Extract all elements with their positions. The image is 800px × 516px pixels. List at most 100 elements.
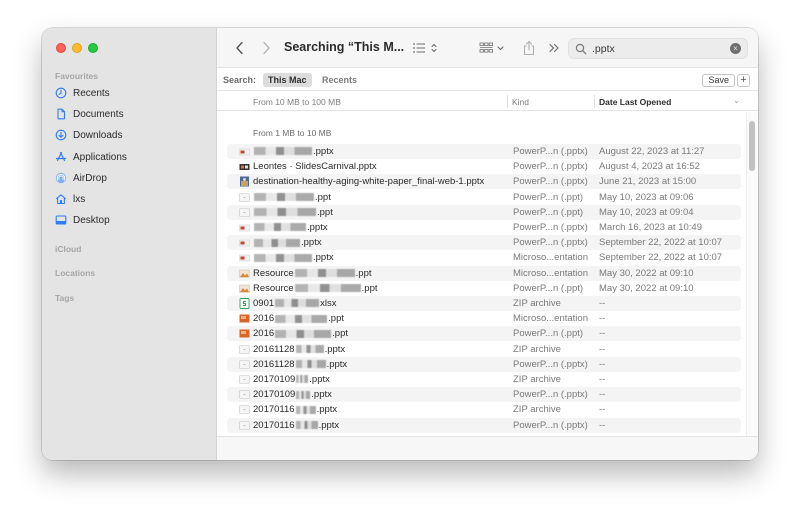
file-kind: PowerP...n (.pptx) — [513, 146, 588, 157]
file-row[interactable]: .pptx PowerP...n (.pptx) March 16, 2023 at… — [227, 220, 741, 235]
redacted-text — [254, 147, 312, 156]
file-name: .ppt — [253, 192, 331, 203]
minimize-button[interactable] — [72, 43, 82, 53]
sidebar-item-lxs[interactable]: lxs — [55, 190, 85, 208]
file-name: .pptx — [253, 222, 328, 233]
file-kind: PowerP...n (.pptx) — [513, 161, 588, 173]
sidebar-item-recents[interactable]: Recents — [55, 84, 110, 102]
sidebar-item-documents[interactable]: Documents — [55, 105, 124, 123]
document-icon — [55, 108, 67, 120]
file-row[interactable]: 20170116 .pptx ZIP archive -- — [227, 402, 741, 417]
search-input[interactable] — [592, 42, 722, 55]
file-row[interactable]: .ppt PowerP...n (.ppt) May 10, 2023 at 09:… — [227, 204, 741, 220]
generic-file-icon — [239, 359, 250, 370]
sidebar-item-downloads[interactable]: Downloads — [55, 126, 122, 144]
presentation-file-icon — [239, 313, 250, 324]
sidebar-item-applications[interactable]: Applications — [55, 148, 127, 166]
sidebar-item-label: Desktop — [73, 214, 110, 226]
presentation-file-icon — [239, 328, 250, 339]
sidebar-section-locations[interactable]: Locations — [55, 268, 95, 278]
file-kind: ZIP archive — [513, 404, 561, 416]
column-divider[interactable] — [594, 95, 595, 108]
file-name: .ppt — [253, 207, 333, 218]
file-date-last-opened: -- — [599, 419, 606, 431]
sidebar-item-airdrop[interactable]: AirDrop — [55, 169, 107, 187]
sidebar-section-icloud[interactable]: iCloud — [55, 244, 81, 254]
scope-recents[interactable]: Recents — [317, 73, 362, 87]
file-row[interactable]: 2016 .ppt Microso...entation -- — [227, 311, 741, 326]
column-date-last-opened[interactable]: Date Last Opened — [599, 97, 671, 107]
sidebar-item-label: Recents — [73, 87, 110, 99]
presentation-file-icon — [239, 283, 250, 294]
file-row[interactable]: 0901 xlsx ZIP archive -- — [227, 296, 741, 311]
sidebar-section-tags[interactable]: Tags — [55, 293, 74, 303]
file-row[interactable]: .ppt PowerP...n (.ppt) May 10, 2023 at 09:… — [227, 190, 741, 205]
generic-file-icon — [239, 420, 250, 431]
file-row[interactable]: .pptx Microso...entation September 22, 202… — [227, 250, 741, 265]
scope-label: Search: — [223, 75, 257, 85]
file-kind: PowerP...n (.pptx) — [513, 419, 588, 431]
column-divider[interactable] — [507, 95, 508, 108]
redacted-text — [254, 208, 316, 217]
file-row[interactable]: destination-healthy-aging-white-paper_fi… — [227, 174, 741, 190]
file-kind: ZIP archive — [513, 343, 561, 355]
file-date-last-opened: August 22, 2023 at 11:27 — [599, 146, 705, 157]
file-row[interactable]: 20170109 .pptx PowerP...n (.pptx) -- — [227, 387, 741, 403]
group-button[interactable] — [479, 39, 509, 57]
file-name: 2016 .ppt — [253, 328, 348, 340]
file-row[interactable]: 20170116 .pptx PowerP...n (.pptx) -- — [227, 417, 741, 433]
close-button[interactable] — [56, 43, 66, 53]
file-row[interactable]: Resource .ppt Microso...entation May 30, 20… — [227, 265, 741, 281]
presentation-file-icon — [239, 252, 250, 263]
window-title: Searching “This M... — [284, 40, 405, 54]
forward-button[interactable] — [259, 39, 273, 57]
more-toolbar-button[interactable] — [547, 39, 561, 57]
view-options-button[interactable] — [412, 39, 442, 57]
group-header-collapsed[interactable]: From 10 MB to 100 MB — [253, 97, 341, 107]
maximize-button[interactable] — [88, 43, 98, 53]
file-kind: PowerP...n (.ppt) — [513, 191, 584, 203]
search-scope-bar: Search: This Mac Recents Save + — [217, 69, 758, 91]
column-kind[interactable]: Kind — [512, 97, 529, 107]
redacted-text — [295, 345, 324, 354]
generic-file-icon — [239, 374, 250, 385]
back-button[interactable] — [232, 39, 246, 57]
file-name: Leontes · SlidesCarnival.pptx — [253, 161, 377, 173]
file-name: 2016 .ppt — [253, 313, 344, 325]
share-button[interactable] — [521, 39, 537, 57]
file-row[interactable]: Leontes · SlidesCarnival.pptx PowerP...n … — [227, 159, 741, 174]
file-row[interactable]: 20170109 .pptx ZIP archive -- — [227, 372, 741, 387]
add-criteria-button[interactable]: + — [737, 74, 750, 87]
sidebar-item-desktop[interactable]: Desktop — [55, 211, 110, 229]
file-date-last-opened: -- — [599, 313, 606, 325]
file-kind: PowerP...n (.pptx) — [513, 176, 588, 188]
file-row[interactable]: 2016 .ppt PowerP...n (.ppt) -- — [227, 326, 741, 342]
redacted-text — [254, 238, 300, 247]
file-row[interactable]: .pptx PowerP...n (.pptx) August 22, 2023 a… — [227, 144, 741, 159]
file-kind: PowerP...n (.pptx) — [513, 389, 588, 401]
file-kind: PowerP...n (.pptx) — [513, 237, 588, 249]
file-row[interactable]: Resource .ppt PowerP...n (.ppt) May 30, 202… — [227, 281, 741, 296]
chevron-right-icon — [262, 41, 270, 55]
redacted-text — [294, 284, 361, 293]
generic-file-icon — [239, 404, 250, 415]
column-header: From 10 MB to 100 MB Kind Date Last Open… — [217, 92, 758, 111]
toolbar: Searching “This M... .pptx × — [217, 28, 758, 68]
file-name: .pptx — [253, 252, 334, 263]
sort-chevron-icon[interactable]: ⌄ — [733, 96, 740, 105]
clear-search-icon[interactable]: × — [730, 43, 741, 54]
file-kind: Microso...entation — [513, 267, 588, 279]
save-search-button[interactable]: Save — [702, 74, 735, 87]
finder-window: Favourites Recents Documents Downloads A… — [42, 28, 758, 460]
group-grid-icon — [479, 42, 504, 53]
search-field[interactable]: × — [568, 38, 748, 59]
scrollbar-thumb[interactable] — [749, 121, 755, 171]
redacted-text — [254, 193, 314, 202]
file-row[interactable]: 20161128 .pptx ZIP archive -- — [227, 342, 741, 357]
file-row[interactable]: 20161128 .pptx PowerP...n (.pptx) -- — [227, 356, 741, 372]
file-row[interactable]: .pptx PowerP...n (.pptx) September 22, 202… — [227, 235, 741, 251]
file-name: Resource .ppt — [253, 282, 378, 294]
redacted-text — [296, 375, 309, 384]
scope-this-mac[interactable]: This Mac — [263, 73, 312, 87]
file-date-last-opened: September 22, 2022 at 10:07 — [599, 252, 723, 264]
